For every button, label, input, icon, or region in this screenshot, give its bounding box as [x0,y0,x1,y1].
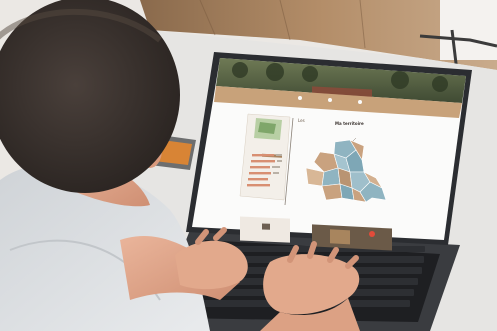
nav-icon-3[interactable] [358,100,362,104]
thumbnail-video[interactable] [312,224,392,251]
photo-scene: Les Ma territoire [0,0,497,331]
play-icon[interactable] [369,231,375,237]
person-left-hand [175,240,248,290]
map-title-bold: Ma territoire [335,121,364,126]
map-title-prefix: Les [298,118,305,123]
side-panel [239,113,291,201]
laptop-screen: Les Ma territoire [192,58,466,251]
nav-icon-2[interactable] [328,98,332,102]
bright-window [440,0,497,60]
nav-icon-1[interactable] [298,96,302,100]
photo-illustration: Les Ma territoire [0,0,497,331]
